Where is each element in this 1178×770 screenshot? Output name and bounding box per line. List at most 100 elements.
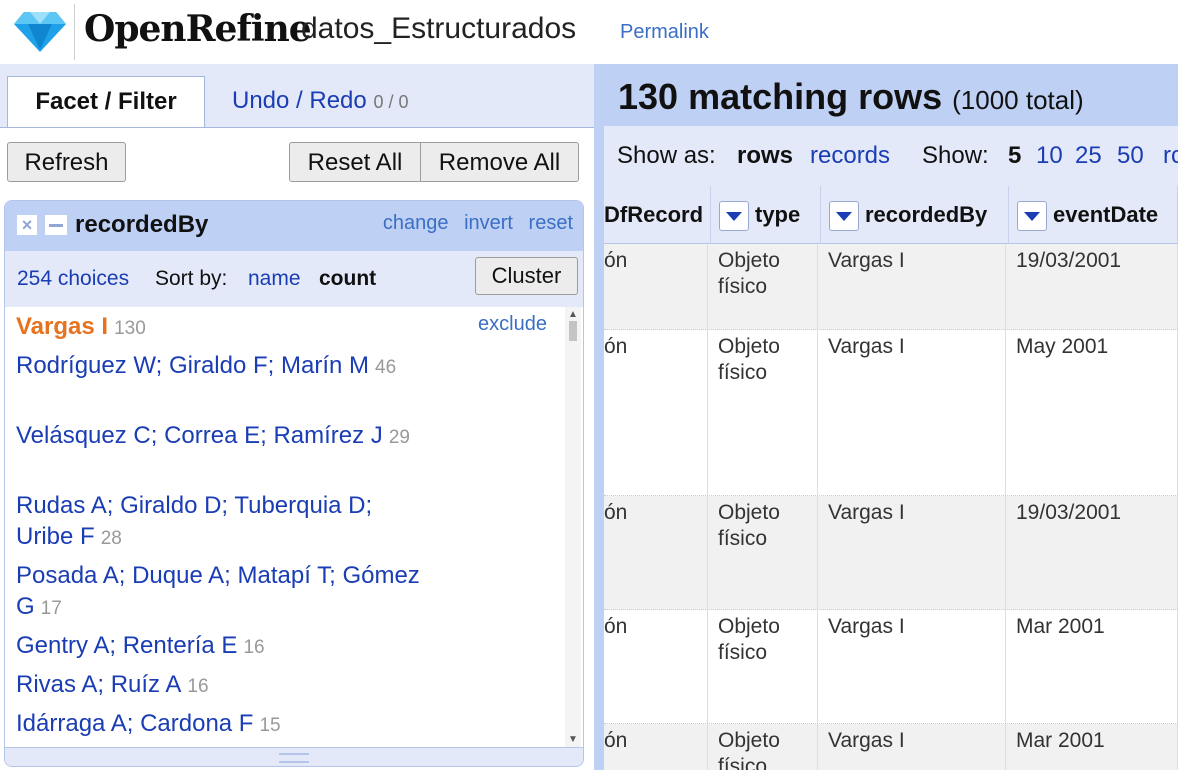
facet-change-link[interactable]: change — [383, 212, 449, 234]
table-cell[interactable]: Vargas I — [818, 724, 1006, 770]
sort-by-count-active[interactable]: count — [319, 267, 376, 291]
table-cell[interactable]: ón — [604, 496, 708, 609]
dropdown-arrow-icon[interactable] — [829, 201, 859, 232]
tab-undo-redo[interactable]: Undo / Redo 0 / 0 — [232, 76, 408, 128]
column-name: recordedBy — [865, 202, 988, 227]
facet-choice[interactable]: Velásquez C; Correa E; Ramírez J 29 — [16, 420, 436, 453]
refresh-button[interactable]: Refresh — [7, 142, 126, 182]
facet-choice[interactable]: Rivas A; Ruíz A 16 — [16, 669, 436, 702]
show-as-label: Show as: — [617, 142, 716, 169]
table-cell[interactable]: Vargas I — [818, 330, 1006, 495]
total-rows: (1000 total) — [952, 85, 1084, 115]
show-as-rows[interactable]: rows — [737, 142, 793, 170]
show-label: Show: — [922, 142, 989, 169]
table-cell[interactable]: Mar 2001 — [1006, 724, 1178, 770]
table-cell[interactable]: Vargas I — [818, 496, 1006, 609]
column-name: type — [755, 202, 801, 227]
table-row: ón Objeto físico Vargas I Mar 2001 — [604, 724, 1178, 770]
permalink-link[interactable]: Permalink — [620, 21, 709, 44]
facet-choice[interactable]: Gentry A; Rentería E 16 — [16, 630, 436, 663]
scroll-up-arrow-icon[interactable]: ▲ — [568, 309, 578, 320]
page-size-more-clipped[interactable]: rc — [1163, 142, 1178, 170]
minimize-icon[interactable] — [45, 215, 67, 235]
close-icon[interactable]: × — [17, 215, 37, 235]
facet-choice-label: Idárraga A; Cardona F — [16, 710, 254, 737]
dropdown-arrow-icon[interactable] — [719, 201, 749, 232]
tab-undo-redo-label: Undo / Redo — [232, 87, 367, 114]
facet-filter-panel: Refresh Reset All Remove All × recordedB… — [0, 128, 594, 770]
table-row: ón Objeto físico Vargas I 19/03/2001 — [604, 244, 1178, 330]
page-size-10[interactable]: 10 — [1036, 142, 1063, 170]
page-size-5[interactable]: 5 — [1008, 142, 1021, 170]
table-row: ón Objeto físico Vargas I Mar 2001 — [604, 610, 1178, 724]
facet-choice[interactable]: Idárraga A; Cardona F 15 — [16, 708, 436, 741]
facet-choice-count: 17 — [40, 598, 62, 619]
column-header-dfrecord[interactable]: DfRecord — [604, 186, 711, 244]
project-title[interactable]: datos_Estructurados — [301, 12, 576, 46]
table-cell[interactable]: Objeto físico — [708, 724, 818, 770]
facet-choice-label: Rodríguez W; Giraldo F; Marín M — [16, 352, 369, 379]
scroll-down-arrow-icon[interactable]: ▼ — [568, 734, 578, 745]
panel-splitter[interactable] — [594, 64, 604, 770]
facet-choice-list: Vargas I 130 exclude Rodríguez W; Giraldo… — [5, 307, 565, 747]
facet-choice[interactable]: Vargas I 130 — [16, 311, 436, 344]
table-row: ón Objeto físico Vargas I May 2001 — [604, 330, 1178, 496]
facet-scrollbar[interactable]: ▲ ▼ — [565, 307, 581, 747]
page-size-50[interactable]: 50 — [1117, 142, 1144, 170]
choices-count[interactable]: 254 choices — [17, 267, 129, 291]
table-cell[interactable]: Vargas I — [818, 244, 1006, 329]
table-cell[interactable]: ón — [604, 610, 708, 723]
facet-choice[interactable]: Rudas A; Giraldo D; Tuberquia D; Uribe F… — [16, 490, 436, 554]
data-grid: DfRecord type recordedBy eventDate ón Ob… — [604, 186, 1178, 770]
table-cell[interactable]: Objeto físico — [708, 610, 818, 723]
page-size-25[interactable]: 25 — [1075, 142, 1102, 170]
table-cell[interactable]: ón — [604, 244, 708, 329]
table-cell[interactable]: Objeto físico — [708, 330, 818, 495]
facet-header: × recordedBy change invert reset — [5, 201, 583, 251]
facet-choice-count: 130 — [114, 318, 146, 339]
column-header-recordedby[interactable]: recordedBy — [821, 186, 1009, 244]
facet-choice-label: Rivas A; Ruíz A — [16, 671, 182, 698]
column-name: eventDate — [1053, 202, 1159, 227]
matching-rows-summary: 130 matching rows (1000 total) — [618, 76, 1084, 118]
scroll-thumb[interactable] — [569, 321, 577, 341]
cluster-button[interactable]: Cluster — [475, 257, 578, 295]
table-cell[interactable]: Objeto físico — [708, 496, 818, 609]
table-row: ón Objeto físico Vargas I 19/03/2001 — [604, 496, 1178, 610]
matching-rows-count: 130 matching rows — [618, 76, 943, 117]
sort-by-name-link[interactable]: name — [248, 267, 301, 291]
show-as-records-link[interactable]: records — [810, 142, 890, 170]
table-cell[interactable]: 19/03/2001 — [1006, 244, 1178, 329]
facet-controls: 254 choices Sort by: name count Cluster — [5, 251, 583, 307]
table-cell[interactable]: 19/03/2001 — [1006, 496, 1178, 609]
table-cell[interactable]: Mar 2001 — [1006, 610, 1178, 723]
undo-redo-count: 0 / 0 — [373, 92, 409, 112]
facet-reset-link[interactable]: reset — [529, 212, 573, 234]
facet-choice[interactable]: Posada A; Duque A; Matapí T; Gómez G 17 — [16, 560, 436, 624]
facet-recordedby: × recordedBy change invert reset 254 cho… — [4, 200, 584, 767]
facet-title: recordedBy — [75, 211, 209, 238]
table-cell[interactable]: May 2001 — [1006, 330, 1178, 495]
column-header-eventdate[interactable]: eventDate — [1009, 186, 1178, 244]
facet-invert-link[interactable]: invert — [464, 212, 513, 234]
dropdown-arrow-icon[interactable] — [1017, 201, 1047, 232]
facet-links: change invert reset — [373, 212, 573, 235]
exclude-link[interactable]: exclude — [478, 313, 547, 336]
facet-choice-count: 15 — [259, 715, 281, 736]
table-cell[interactable]: ón — [604, 330, 708, 495]
remove-all-button[interactable]: Remove All — [421, 142, 579, 182]
column-header-type[interactable]: type — [711, 186, 821, 244]
reset-all-button[interactable]: Reset All — [289, 142, 421, 182]
app-brand[interactable]: OpenRefine — [84, 8, 312, 50]
table-cell[interactable]: Objeto físico — [708, 244, 818, 329]
openrefine-diamond-logo-icon[interactable] — [14, 10, 66, 52]
facet-choice-label: Vargas I — [16, 313, 109, 340]
facet-resize-handle[interactable] — [5, 747, 583, 766]
table-cell[interactable]: Vargas I — [818, 610, 1006, 723]
data-view-panel: 130 matching rows (1000 total) Show as: … — [594, 64, 1178, 770]
table-cell[interactable]: ón — [604, 724, 708, 770]
facet-choice-label: Velásquez C; Correa E; Ramírez J — [16, 422, 383, 449]
tab-facet-filter[interactable]: Facet / Filter — [7, 76, 205, 129]
facet-choice-label: Posada A; Duque A; Matapí T; Gómez G — [16, 562, 420, 620]
facet-choice[interactable]: Rodríguez W; Giraldo F; Marín M 46 — [16, 350, 436, 383]
